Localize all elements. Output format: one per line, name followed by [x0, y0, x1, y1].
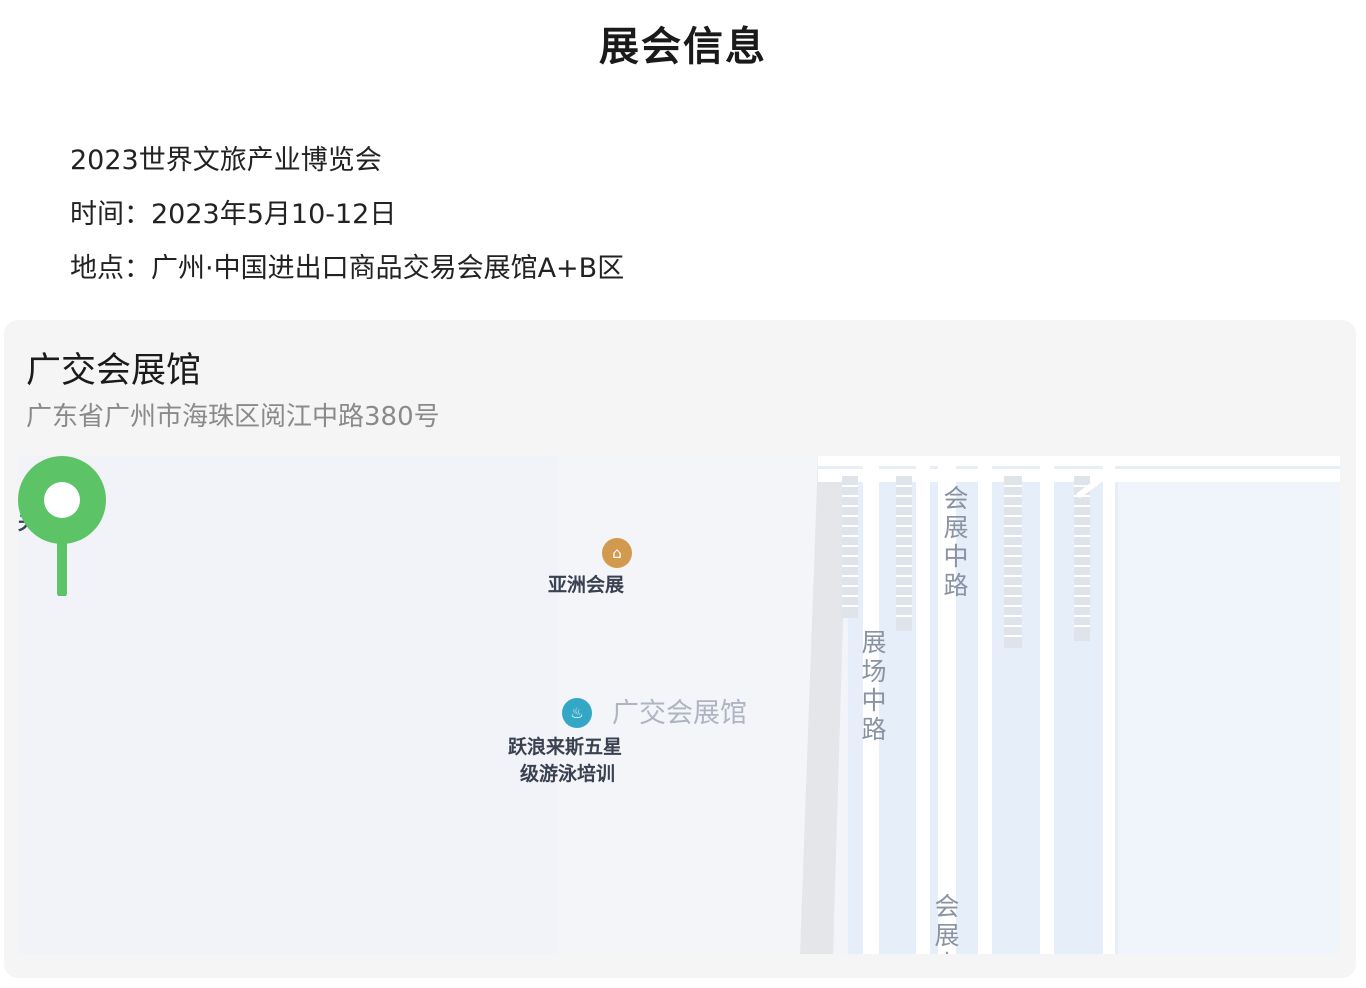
venue-card[interactable]: 广交会展馆 广东省广州市海珠区阅江中路380号 ⌂ 亚洲会展 ♨ 跃浪来斯五星 …: [4, 320, 1356, 978]
road-label-huizhan-top: 会展中路: [943, 484, 969, 600]
road-label-huizhan-bottom: 会展中: [934, 892, 960, 954]
poi-swim-label-1[interactable]: 跃浪来斯五星: [508, 732, 622, 759]
road-label-zhanchang: 展场中路: [861, 628, 887, 744]
exhibition-name: 2023世界文旅产业博览会: [70, 145, 382, 176]
map-view[interactable]: 夫 ⌂ 亚洲会展 ♨ 跃浪来斯五星 级游泳培训 广交会展馆 会展中路 展场中路 …: [18, 456, 1340, 954]
exhibition-location: 地点：广州·中国进出口商品交易会展馆A+B区: [70, 253, 625, 284]
poi-swim-label-2[interactable]: 级游泳培训: [520, 759, 615, 786]
page-title: 展会信息: [599, 24, 767, 70]
venue-address: 广东省广州市海珠区阅江中路380号: [26, 402, 440, 432]
swim-icon: ♨: [562, 698, 592, 728]
museum-icon: ⌂: [602, 538, 632, 568]
marker-label: 广交会展馆: [612, 698, 747, 729]
exhibition-time: 时间：2023年5月10-12日: [70, 199, 397, 230]
venue-name: 广交会展馆: [26, 351, 202, 391]
exhibition-info: 2023世界文旅产业博览会 时间：2023年5月10-12日 地点：广州·中国进…: [70, 134, 624, 296]
location-pin-icon[interactable]: [18, 456, 106, 596]
poi-yazhou-label[interactable]: 亚洲会展: [548, 570, 624, 597]
